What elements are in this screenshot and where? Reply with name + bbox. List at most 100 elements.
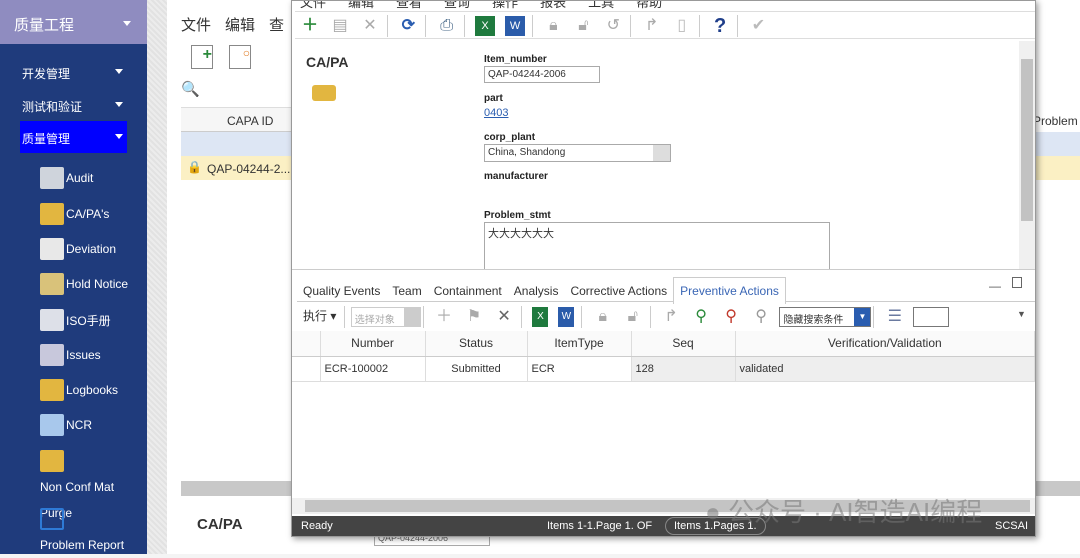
execute-menu[interactable]: 执行 ▾	[303, 309, 336, 323]
group-label: 开发管理	[22, 67, 71, 81]
refresh-icon[interactable]: ⟳	[398, 16, 418, 36]
undo-icon[interactable]: ↺	[603, 16, 623, 36]
overflow-chevron-icon[interactable]: ▼	[1017, 309, 1026, 319]
delete-doc-icon[interactable]: ✕	[360, 16, 380, 36]
item-label: Problem Report	[40, 538, 125, 552]
lock-icon[interactable]: 🔒︎	[543, 16, 563, 36]
open-folder-icon	[40, 450, 64, 472]
pages-icon	[40, 414, 64, 436]
columns-icon[interactable]: ☰	[885, 307, 905, 327]
vertical-scrollbar[interactable]	[1019, 41, 1035, 269]
sidebar: 质量工程 开发管理 测试和验证 质量管理 Audit CA/PA's Devia…	[0, 0, 147, 554]
column-status[interactable]: Status	[425, 331, 528, 357]
binoculars-icon	[40, 167, 64, 189]
menu-query[interactable]: 查询	[444, 1, 470, 11]
menu-view[interactable]: 查	[269, 14, 284, 35]
item-label: NCR	[66, 418, 92, 432]
table-row[interactable]: ECR-100002 Submitted ECR 128 validated	[292, 356, 1035, 382]
lock-icon[interactable]: 🔒︎	[593, 307, 613, 327]
part-link[interactable]: 0403	[484, 107, 508, 119]
sidebar-header[interactable]: 质量工程	[0, 0, 147, 44]
search-icon[interactable]: ○	[229, 45, 251, 69]
word-icon[interactable]: W	[505, 16, 526, 36]
dialog-menu: 文件 编辑 查看 查询 操作 报表 工具 帮助	[300, 1, 662, 11]
page-size-input[interactable]	[913, 307, 950, 327]
tab-quality-events[interactable]: Quality Events	[297, 278, 386, 304]
tab-containment[interactable]: Containment	[428, 278, 508, 304]
item-label: Logbooks	[66, 383, 119, 397]
sidebar-item-iso[interactable]: ISO手册	[40, 309, 111, 331]
problem-label: Problem_stmt	[484, 210, 551, 221]
column-seq[interactable]: Seq	[631, 331, 736, 357]
sidebar-item-logbooks[interactable]: Logbooks	[40, 379, 118, 401]
workflow-icon[interactable]: ↱	[661, 307, 681, 327]
workflow-icon[interactable]: ↱	[642, 16, 662, 36]
unlock-icon[interactable]: 🔓︎	[573, 16, 593, 36]
unlock-icon[interactable]: 🔓︎	[623, 307, 643, 327]
excel-icon[interactable]: X	[532, 307, 549, 327]
cell-status: Submitted	[425, 356, 528, 382]
menu-edit[interactable]: 编辑	[225, 14, 255, 35]
tab-analysis[interactable]: Analysis	[508, 278, 565, 304]
search-run-icon[interactable]: ⚲	[691, 307, 711, 327]
help-icon[interactable]: ?	[710, 16, 730, 36]
column-number[interactable]: Number	[320, 331, 426, 357]
tab-preventive-actions[interactable]: Preventive Actions	[673, 277, 786, 304]
flags-icon[interactable]: ⚑	[464, 307, 484, 327]
preventive-actions-table: Number Status ItemType Seq Verification/Vali…	[292, 331, 1035, 382]
clipboard-icon[interactable]: ▯	[672, 16, 692, 36]
menu-action[interactable]: 操作	[492, 1, 518, 11]
column-itemtype[interactable]: ItemType	[527, 331, 632, 357]
search-clear-icon[interactable]: ⚲	[721, 307, 741, 327]
part-label: part	[484, 93, 503, 104]
add-row-icon[interactable]: ＋	[434, 307, 454, 327]
chevron-down-icon	[115, 102, 123, 107]
sidebar-item-audit[interactable]: Audit	[40, 167, 93, 189]
new-icon[interactable]: ＋	[300, 16, 320, 36]
excel-icon[interactable]: X	[475, 16, 496, 36]
problem-textarea[interactable]: 大大大大大大	[484, 222, 830, 270]
delete-icon[interactable]: ✕	[494, 307, 514, 327]
sidebar-item-deviation[interactable]: Deviation	[40, 238, 116, 260]
sidebar-group-quality[interactable]: 质量管理	[20, 121, 127, 153]
column-capa-id[interactable]: CAPA ID	[227, 114, 273, 128]
minimize-icon[interactable]: —	[989, 279, 1001, 293]
chevron-down-icon	[115, 134, 123, 139]
sidebar-item-hold-notice[interactable]: Hold Notice	[40, 273, 128, 295]
menu-help[interactable]: 帮助	[636, 1, 662, 11]
sidebar-item-capa[interactable]: CA/PA's	[40, 203, 109, 225]
sidebar-item-ncr[interactable]: NCR	[40, 414, 92, 436]
word-icon[interactable]: W	[558, 307, 575, 327]
tab-corrective-actions[interactable]: Corrective Actions	[564, 278, 673, 304]
menu-report[interactable]: 报表	[540, 1, 566, 11]
sidebar-group-dev[interactable]: 开发管理	[20, 56, 127, 88]
item-label: Audit	[66, 171, 94, 185]
print-icon[interactable]: ⎙	[437, 16, 457, 36]
tab-team[interactable]: Team	[386, 278, 427, 304]
splitter[interactable]	[147, 0, 167, 554]
sidebar-item-problem-report[interactable]: Problem Report	[40, 508, 140, 558]
menu-file[interactable]: 文件	[300, 1, 326, 11]
search-run-icon[interactable]: 🔍	[181, 80, 200, 98]
menu-view[interactable]: 查看	[396, 1, 422, 11]
search-disable-icon[interactable]: ⚲	[751, 307, 771, 327]
sidebar-title: 质量工程	[14, 17, 75, 34]
corp-plant-select[interactable]: China, Shandong	[484, 144, 671, 162]
menu-tools[interactable]: 工具	[588, 1, 614, 11]
maximize-icon[interactable]	[1012, 277, 1022, 288]
menu-file[interactable]: 文件	[181, 14, 211, 35]
sidebar-item-issues[interactable]: Issues	[40, 344, 101, 366]
column-problem-status[interactable]: Problem Stat	[1033, 114, 1080, 128]
menu-edit[interactable]: 编辑	[348, 1, 374, 11]
save-icon[interactable]: ▤	[330, 16, 350, 36]
new-icon[interactable]: +	[191, 45, 213, 69]
item-number-field[interactable]: QAP-04244-2006	[484, 66, 600, 83]
search-toggle-dropdown[interactable]: 隐藏搜索条件 ▼	[779, 307, 872, 327]
column-verification[interactable]: Verification/Validation	[735, 331, 1035, 357]
sidebar-group-test[interactable]: 测试和验证	[20, 89, 127, 121]
dropdown-icon[interactable]	[653, 145, 670, 161]
select-object-dropdown[interactable]: 选择对象	[350, 307, 421, 327]
check-icon[interactable]: ✔	[748, 16, 768, 36]
cell-number: ECR-100002	[320, 356, 426, 382]
item-label: ISO手册	[66, 313, 111, 328]
